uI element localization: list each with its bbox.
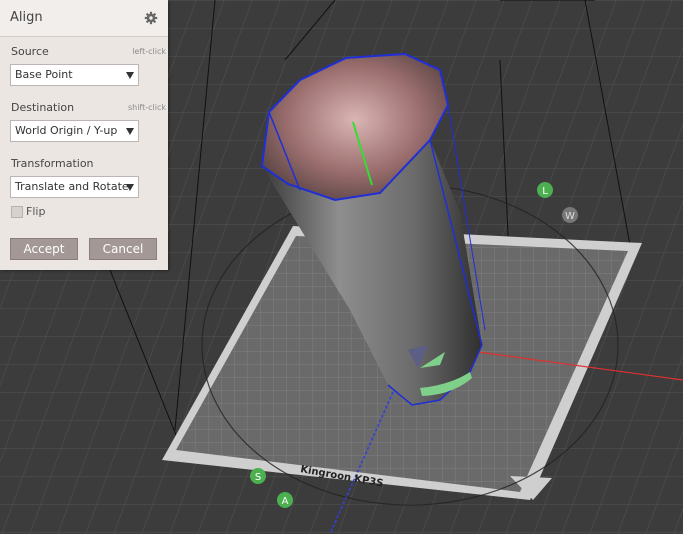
svg-text:W: W: [565, 211, 575, 222]
source-select[interactable]: Base Point: [10, 64, 139, 86]
accept-button[interactable]: Accept: [10, 238, 78, 260]
flip-label: Flip: [26, 205, 46, 218]
nav-marker-s[interactable]: S: [250, 468, 266, 484]
svg-text:S: S: [255, 472, 261, 483]
source-value: Base Point: [15, 68, 73, 81]
nav-marker-a[interactable]: A: [277, 492, 293, 508]
destination-label: Destination: [11, 101, 75, 114]
align-panel: Align Source left-click Base Point Desti…: [0, 0, 168, 270]
destination-hint: shift-click: [127, 103, 166, 112]
dropdown-arrow-icon: [126, 72, 134, 79]
panel-header: Align: [0, 0, 168, 37]
transformation-select[interactable]: Translate and Rotate: [10, 176, 139, 198]
cancel-button[interactable]: Cancel: [89, 238, 157, 260]
panel-title: Align: [10, 10, 43, 25]
dropdown-arrow-icon: [126, 128, 134, 135]
svg-text:A: A: [282, 496, 289, 507]
gear-icon[interactable]: [144, 11, 158, 25]
nav-marker-w[interactable]: W: [562, 207, 578, 223]
destination-select[interactable]: World Origin / Y-up: [10, 120, 139, 142]
svg-text:L: L: [542, 186, 548, 197]
destination-value: World Origin / Y-up: [15, 124, 118, 137]
transformation-label: Transformation: [11, 157, 94, 170]
nav-marker-l[interactable]: L: [537, 182, 553, 198]
dropdown-arrow-icon: [126, 184, 134, 191]
transformation-value: Translate and Rotate: [15, 180, 129, 193]
source-hint: left-click: [132, 47, 166, 56]
flip-checkbox[interactable]: [11, 206, 23, 218]
source-label: Source: [11, 45, 49, 58]
